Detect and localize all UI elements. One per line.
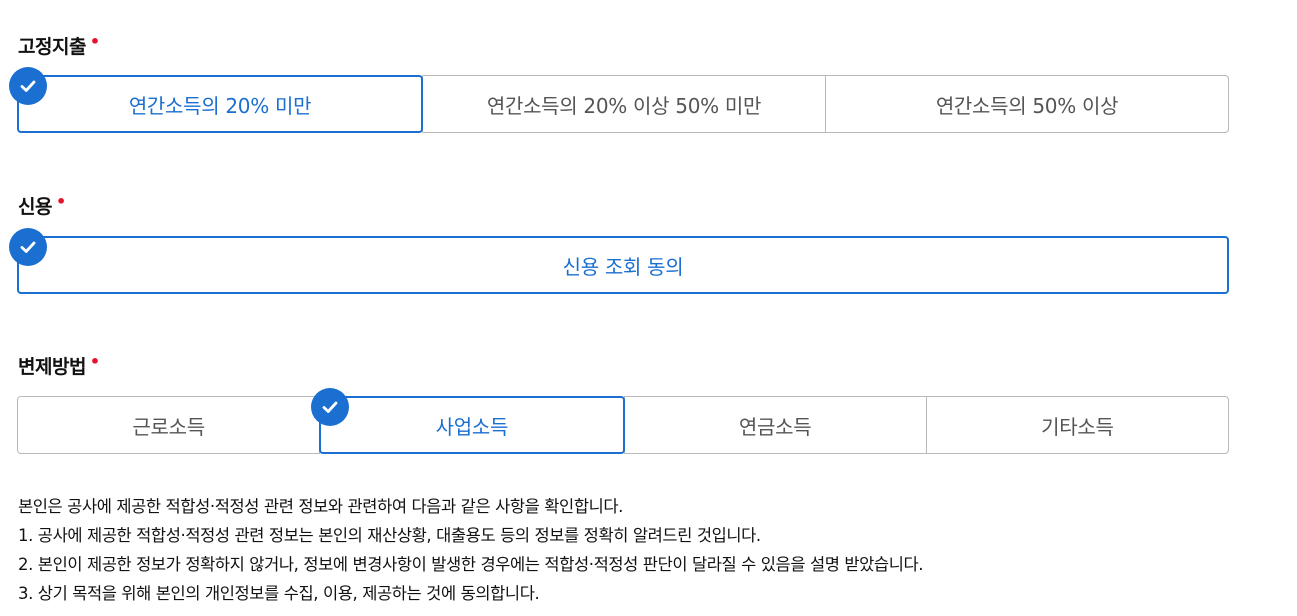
option-under-20-percent[interactable]: 연간소득의 20% 미만	[9, 67, 423, 133]
check-circle-icon	[9, 228, 47, 266]
form-page: 고정지출 • 연간소득의 20% 미만 연간소득의 20% 이상 50% 미만 연…	[0, 0, 1297, 616]
option-over-50-percent[interactable]: 연간소득의 50% 이상	[825, 75, 1229, 133]
option-other-income[interactable]: 기타소득	[925, 396, 1229, 454]
notice-line: 1. 공사에 제공한 적합성·적정성 관련 정보는 본인의 재산상황, 대출용도…	[18, 526, 761, 545]
repayment-options: 근로소득 사업소득 연금소득 기타소득	[17, 388, 1229, 454]
check-circle-icon	[311, 388, 350, 426]
option-earned-income[interactable]: 근로소득	[17, 396, 321, 454]
consent-notice: 본인은 공사에 제공한 적합성·적정성 관련 정보와 관련하여 다음과 같은 사…	[18, 492, 924, 608]
credit-options: 신용 조회 동의	[9, 228, 1229, 294]
repayment-label-text: 변제방법	[18, 356, 86, 378]
repayment-label: 변제방법 •	[18, 352, 100, 379]
notice-line: 본인은 공사에 제공한 적합성·적정성 관련 정보와 관련하여 다음과 같은 사…	[18, 497, 623, 516]
option-20-to-50-percent[interactable]: 연간소득의 20% 이상 50% 미만	[422, 75, 826, 133]
notice-line: 2. 본인이 제공한 정보가 정확하지 않거나, 정보에 변경사항이 발생한 경…	[18, 555, 924, 574]
option-label: 연간소득의 20% 미만	[128, 93, 312, 118]
option-label: 기타소득	[1041, 414, 1114, 439]
option-label: 근로소득	[132, 414, 205, 439]
option-label: 사업소득	[435, 414, 509, 439]
option-credit-check-consent[interactable]: 신용 조회 동의	[9, 228, 1229, 294]
option-label: 연간소득의 50% 이상	[935, 93, 1119, 118]
required-mark: •	[55, 192, 66, 211]
option-business-income[interactable]: 사업소득	[311, 388, 625, 454]
fixed-expense-label: 고정지출 •	[18, 32, 100, 59]
option-pension-income[interactable]: 연금소득	[623, 396, 927, 454]
fixed-expense-options: 연간소득의 20% 미만 연간소득의 20% 이상 50% 미만 연간소득의 5…	[9, 67, 1229, 133]
option-label: 연금소득	[738, 414, 812, 439]
credit-label: 신용 •	[18, 192, 66, 219]
option-label: 연간소득의 20% 이상 50% 미만	[486, 93, 762, 118]
credit-label-text: 신용	[18, 196, 52, 218]
notice-line: 3. 상기 목적을 위해 본인의 개인정보를 수집, 이용, 제공하는 것에 동…	[18, 584, 540, 603]
check-circle-icon	[9, 67, 47, 105]
required-mark: •	[89, 352, 100, 371]
required-mark: •	[89, 32, 100, 51]
option-label: 신용 조회 동의	[562, 254, 684, 279]
fixed-expense-label-text: 고정지출	[18, 36, 86, 58]
